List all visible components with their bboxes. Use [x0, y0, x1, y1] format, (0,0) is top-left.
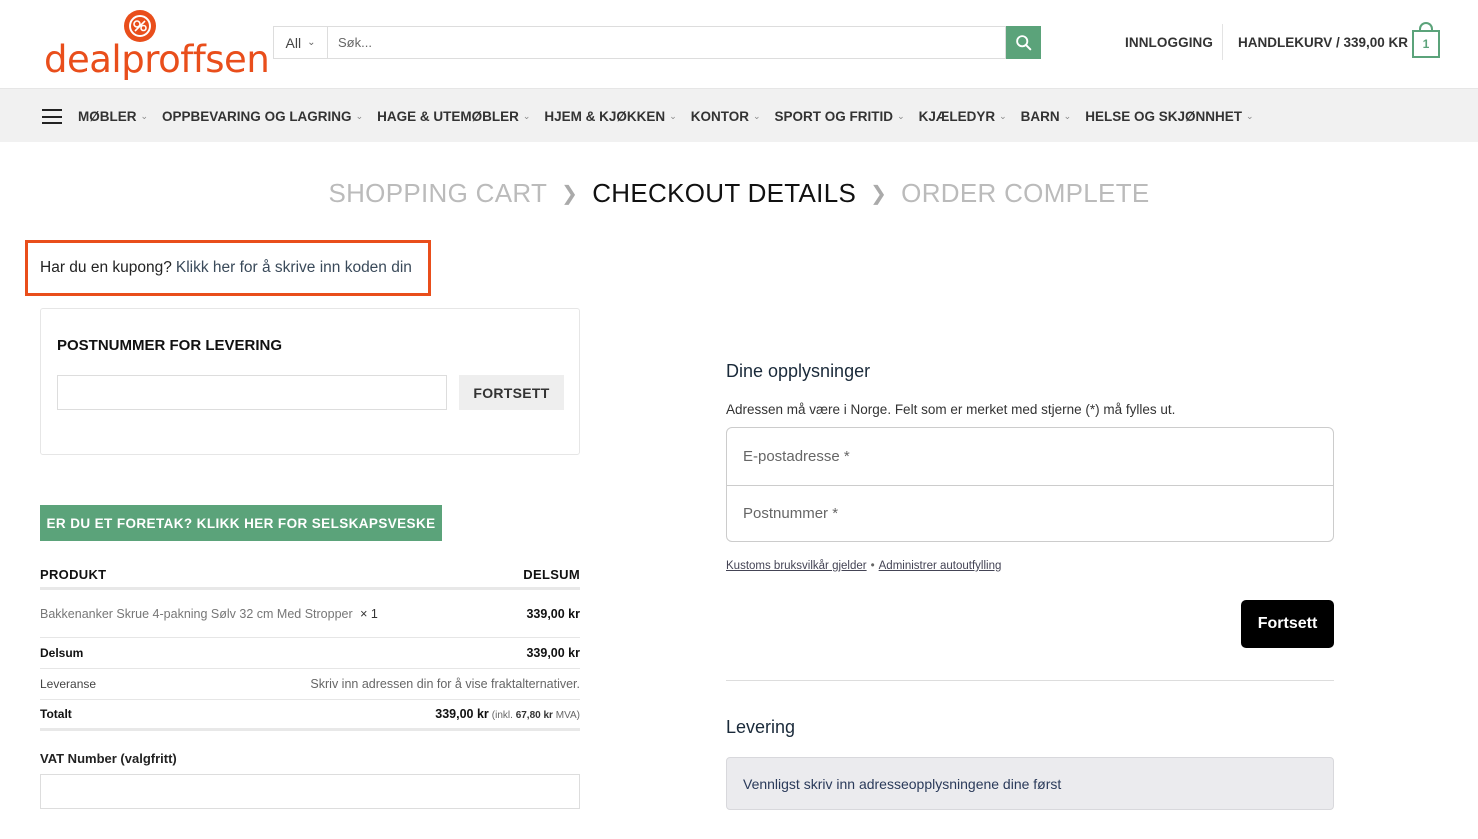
- product-name: Bakkenanker Skrue 4-pakning Sølv 32 cm M…: [40, 606, 353, 621]
- subtotal-label: Delsum: [40, 646, 84, 660]
- chevron-down-icon: ⌄: [1063, 110, 1072, 121]
- site-logo[interactable]: dealproffsen: [44, 10, 270, 81]
- coupon-notice: Har du en kupong? Klikk her for å skrive…: [25, 240, 431, 296]
- nav-item-label: BARN: [1020, 108, 1060, 124]
- tax-prefix: (inkl.: [491, 710, 513, 721]
- chevron-down-icon: ⌄: [307, 37, 316, 48]
- vat-label: VAT Number (valgfritt): [40, 751, 177, 766]
- vat-input[interactable]: [40, 774, 580, 809]
- nav-item-sport[interactable]: SPORT OG FRITID ⌄: [775, 109, 905, 124]
- order-summary-table: PRODUKT DELSUM Bakkenanker Skrue 4-pakni…: [40, 562, 580, 731]
- shipping-label: Leveranse: [40, 677, 97, 691]
- chevron-down-icon: ⌄: [897, 110, 905, 121]
- order-total-row: Totalt 339,00 kr (inkl. 67,80 kr MVA): [40, 700, 580, 731]
- nav-item-label: MØBLER: [78, 108, 137, 124]
- order-subtotal-row: Delsum 339,00 kr: [40, 638, 580, 669]
- nav-item-oppbevaring[interactable]: OPPBEVARING OG LAGRING ⌄: [162, 109, 363, 124]
- nav-item-label: SPORT OG FRITID: [774, 108, 894, 124]
- nav-item-hjem[interactable]: HJEM & KJØKKEN ⌄: [544, 109, 676, 124]
- details-note: Adressen må være i Norge. Felt som er me…: [726, 402, 1176, 417]
- cart-link[interactable]: HANDLEKURV / 339,00 KR: [1238, 35, 1408, 50]
- email-field[interactable]: E-postadresse *: [727, 428, 1333, 485]
- search-category-select[interactable]: All ⌄: [273, 26, 327, 59]
- postal-continue-button[interactable]: FORTSETT: [459, 375, 564, 410]
- postal-code-input[interactable]: [57, 375, 447, 410]
- nav-item-helse[interactable]: HELSE OG SKJØNNHET ⌄: [1085, 109, 1253, 124]
- search-icon: [1016, 35, 1032, 51]
- chevron-right-icon: ❯: [870, 183, 888, 205]
- nav-item-mobler[interactable]: MØBLER ⌄: [78, 109, 148, 124]
- chevron-down-icon: ⌄: [669, 110, 677, 121]
- nav-item-label: KONTOR: [690, 108, 749, 124]
- nav-items: MØBLER ⌄ OPPBEVARING OG LAGRING ⌄ HAGE & U…: [78, 89, 1268, 143]
- step-checkout-details: CHECKOUT DETAILS: [592, 178, 857, 208]
- postal-code-title: POSTNUMMER FOR LEVERING: [57, 337, 283, 354]
- chevron-down-icon: ⌄: [753, 110, 761, 121]
- tax-amount: 67,80 kr: [515, 710, 553, 721]
- site-header: dealproffsen All ⌄ INNLOGGING HANDLEKURV…: [0, 0, 1478, 88]
- header-divider: [1222, 24, 1223, 60]
- subtotal-value: 339,00 kr: [526, 646, 580, 660]
- coupon-question: Har du en kupong?: [40, 259, 172, 276]
- nav-item-hage[interactable]: HAGE & UTEMØBLER ⌄: [377, 109, 530, 124]
- checkout-steps: SHOPPING CART ❯ CHECKOUT DETAILS ❯ ORDER COM…: [0, 178, 1478, 209]
- delivery-notice: Vennligst skriv inn adresseopplysningene…: [726, 757, 1334, 810]
- postal-code-box: POSTNUMMER FOR LEVERING FORTSETT: [40, 308, 580, 455]
- chevron-down-icon: ⌄: [1246, 110, 1254, 121]
- terms-links: Kustoms bruksvilkår gjelder • Administrer …: [726, 560, 1001, 572]
- autofill-link[interactable]: Administrer autoutfylling: [879, 560, 1002, 572]
- nav-item-label: HAGE & UTEMØBLER: [377, 108, 519, 124]
- tax-suffix: MVA): [555, 710, 580, 721]
- contact-fields: E-postadresse * Postnummer *: [726, 427, 1334, 542]
- step-order-complete: ORDER COMPLETE: [901, 178, 1150, 208]
- main-navigation: MØBLER ⌄ OPPBEVARING OG LAGRING ⌄ HAGE & U…: [0, 88, 1478, 142]
- company-checkout-button[interactable]: ER DU ET FORETAK? KLIKK HER FOR SELSKAPS…: [40, 505, 442, 541]
- details-title: Dine opplysninger: [726, 361, 871, 381]
- search-input[interactable]: [327, 26, 1006, 59]
- order-product-row: Bakkenanker Skrue 4-pakning Sølv 32 cm M…: [40, 590, 580, 638]
- order-table-header: PRODUKT DELSUM: [40, 562, 580, 590]
- total-value: 339,00 kr: [435, 707, 489, 721]
- continue-button[interactable]: Fortsett: [1241, 600, 1334, 648]
- tax-note: (inkl. 67,80 kr MVA): [492, 710, 580, 721]
- col-subtotal: DELSUM: [523, 567, 580, 582]
- nav-item-label: HELSE OG SKJØNNHET: [1085, 108, 1242, 124]
- product-price: 339,00 kr: [526, 606, 580, 621]
- col-product: PRODUKT: [40, 567, 107, 582]
- nav-item-kjaeledyr[interactable]: KJÆLEDYR ⌄: [919, 109, 1007, 124]
- coupon-link[interactable]: Klikk her for å skrive inn koden din: [176, 259, 412, 277]
- postal-field[interactable]: Postnummer *: [727, 485, 1333, 541]
- section-divider: [726, 680, 1334, 681]
- shipping-value: Skriv inn adressen din for å vise frakta…: [310, 677, 580, 691]
- order-shipping-row: Leveranse Skriv inn adressen din for å v…: [40, 669, 580, 700]
- step-shopping-cart[interactable]: SHOPPING CART: [328, 178, 547, 208]
- terms-link[interactable]: Kustoms bruksvilkår gjelder: [726, 560, 867, 572]
- chevron-down-icon: ⌄: [522, 110, 531, 121]
- search-category-label: All: [285, 34, 302, 51]
- nav-item-kontor[interactable]: KONTOR ⌄: [691, 109, 761, 124]
- nav-item-label: KJÆLEDYR: [918, 108, 996, 124]
- search-button[interactable]: [1006, 26, 1041, 59]
- cart-count-badge[interactable]: 1: [1412, 30, 1440, 58]
- total-label: Totalt: [40, 707, 72, 721]
- product-qty: × 1: [360, 606, 378, 621]
- login-link[interactable]: INNLOGGING: [1125, 35, 1213, 50]
- chevron-down-icon: ⌄: [140, 110, 149, 121]
- chevron-down-icon: ⌄: [355, 110, 364, 121]
- nav-item-label: OPPBEVARING OG LAGRING: [162, 108, 352, 124]
- logo-text: dealproffsen: [44, 38, 270, 81]
- search-bar: All ⌄: [273, 26, 1041, 59]
- terms-separator: •: [870, 560, 875, 572]
- delivery-title: Levering: [726, 717, 796, 737]
- nav-item-barn[interactable]: BARN ⌄: [1021, 109, 1072, 124]
- nav-item-label: HJEM & KJØKKEN: [544, 108, 666, 124]
- menu-icon[interactable]: [42, 109, 62, 124]
- chevron-right-icon: ❯: [561, 183, 579, 205]
- chevron-down-icon: ⌄: [999, 110, 1007, 121]
